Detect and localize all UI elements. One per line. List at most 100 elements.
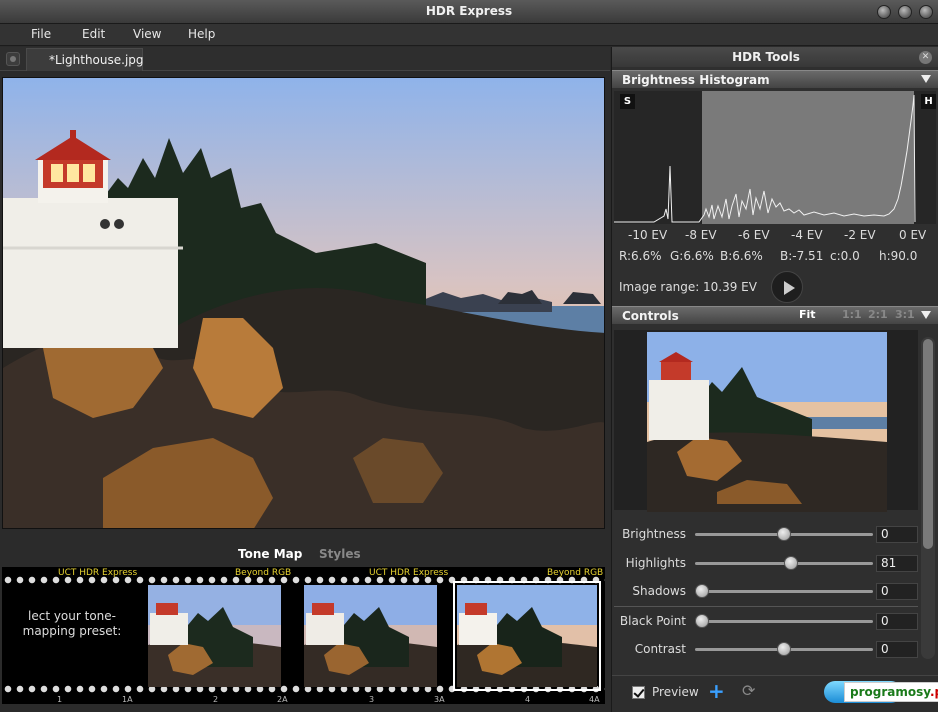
zoom-fit[interactable]: Fit xyxy=(799,308,816,321)
main-image-view[interactable] xyxy=(2,77,605,529)
preset-filmstrip: UCT HDR Express Beyond RGB UCT HDR Expre… xyxy=(2,567,605,704)
tab-close-icon[interactable] xyxy=(6,52,20,66)
preset-instruction: lect your tone-mapping preset: xyxy=(22,609,122,638)
slider-track[interactable] xyxy=(695,584,873,598)
thumbnail-image xyxy=(304,585,437,687)
shadow-clip-button[interactable]: S xyxy=(620,94,635,109)
maximize-button[interactable] xyxy=(898,5,912,19)
frame-number: 3 xyxy=(369,695,375,704)
slider-label: Highlights xyxy=(625,556,686,570)
slider-track[interactable] xyxy=(695,556,873,570)
zoom-2-1[interactable]: 2:1 xyxy=(868,308,888,321)
play-button[interactable] xyxy=(771,271,803,303)
frame-number: 4 xyxy=(525,695,531,704)
menu-help[interactable]: Help xyxy=(188,27,215,41)
preview-image[interactable] xyxy=(647,332,887,512)
film-label: UCT HDR Express xyxy=(369,568,449,578)
collapse-icon[interactable] xyxy=(921,311,931,319)
window-title: HDR Express xyxy=(425,4,513,18)
document-tabs: *Lighthouse.jpg xyxy=(0,47,610,71)
menu-edit[interactable]: Edit xyxy=(82,27,105,41)
preset-thumbnail[interactable] xyxy=(304,585,437,687)
slider-label: Brightness xyxy=(622,527,686,541)
controls-title: Controls xyxy=(622,309,679,323)
brightness-histogram: S H xyxy=(614,91,936,224)
watermark-tld: .pl xyxy=(929,685,938,699)
slider-value-field[interactable]: 0 xyxy=(876,526,918,543)
frame-number: 1A xyxy=(122,695,133,704)
thumbnail-image xyxy=(457,585,597,687)
readout-blue: B:6.6% xyxy=(720,249,763,263)
watermark-logo: programosy.pl xyxy=(844,682,938,702)
slider-knob[interactable] xyxy=(777,527,791,541)
tab-lighthouse[interactable]: *Lighthouse.jpg xyxy=(26,48,144,71)
hdr-tools-panel: HDR Tools ✕ Brightness Histogram S H -10… xyxy=(611,47,938,712)
film-label: Beyond RGB xyxy=(547,568,604,578)
menu-file[interactable]: File xyxy=(31,27,51,41)
panel-close-icon[interactable]: ✕ xyxy=(919,51,932,64)
controls-divider xyxy=(614,606,918,607)
highlight-clip-button[interactable]: H xyxy=(921,94,936,109)
frame-number: 1 xyxy=(57,695,63,704)
add-icon[interactable]: + xyxy=(708,679,725,703)
tab-tone-map[interactable]: Tone Map xyxy=(238,547,302,561)
ev-label: -6 EV xyxy=(738,228,770,242)
ev-label: -4 EV xyxy=(791,228,823,242)
image-range-value: 10.39 EV xyxy=(703,280,757,294)
preview-photo xyxy=(647,332,887,512)
tab-styles[interactable]: Styles xyxy=(319,547,361,561)
frame-number: 4A xyxy=(589,695,600,704)
slider-value-field[interactable]: 0 xyxy=(876,641,918,658)
slider-label: Black Point xyxy=(619,614,686,628)
zoom-3-1[interactable]: 3:1 xyxy=(895,308,915,321)
preset-thumbnail-selected[interactable] xyxy=(453,581,601,691)
ev-label: -8 EV xyxy=(685,228,717,242)
readout-h: h:90.0 xyxy=(879,249,918,263)
film-label: Beyond RGB xyxy=(235,568,292,578)
readout-brightness: B:-7.51 xyxy=(780,249,824,263)
ev-label: 0 EV xyxy=(899,228,927,242)
slider-track[interactable] xyxy=(695,527,873,541)
preview-checkbox[interactable] xyxy=(632,686,645,699)
title-bar: HDR Express xyxy=(0,0,938,24)
panel-footer: Preview + ⟳ programosy.pl xyxy=(612,675,938,712)
slider-track[interactable] xyxy=(695,614,873,628)
ev-label: -10 EV xyxy=(628,228,668,242)
slider-label: Shadows xyxy=(632,584,686,598)
readout-red: R:6.6% xyxy=(619,249,662,263)
minimize-button[interactable] xyxy=(877,5,891,19)
scrollbar-thumb[interactable] xyxy=(923,339,933,549)
slider-value-field[interactable]: 81 xyxy=(876,555,918,572)
slider-knob[interactable] xyxy=(695,614,709,628)
slider-label: Contrast xyxy=(634,642,686,656)
slider-value-field[interactable]: 0 xyxy=(876,583,918,600)
slider-value-field[interactable]: 0 xyxy=(876,613,918,630)
tone-style-tabs: Tone Map Styles xyxy=(0,541,610,567)
controls-scrollbar[interactable] xyxy=(921,337,935,659)
refresh-icon[interactable]: ⟳ xyxy=(742,681,755,700)
menu-bar: File Edit View Help xyxy=(0,24,938,46)
histogram-title: Brightness Histogram xyxy=(622,73,770,87)
preset-thumbnail[interactable] xyxy=(148,585,281,687)
frame-number: 2 xyxy=(213,695,219,704)
slider-knob[interactable] xyxy=(695,584,709,598)
histogram-graph xyxy=(614,91,936,224)
frame-number: 3A xyxy=(434,695,445,704)
close-button[interactable] xyxy=(919,5,933,19)
panel-title: HDR Tools xyxy=(732,50,800,64)
slider-knob[interactable] xyxy=(783,556,798,570)
zoom-1-1[interactable]: 1:1 xyxy=(842,308,862,321)
slider-knob[interactable] xyxy=(777,642,791,656)
app-window: HDR Express File Edit View Help *Lightho… xyxy=(0,0,938,712)
menu-view[interactable]: View xyxy=(133,27,161,41)
ev-label: -2 EV xyxy=(844,228,876,242)
histogram-header[interactable]: Brightness Histogram xyxy=(612,70,938,88)
tab-label: *Lighthouse.jpg xyxy=(49,53,144,67)
collapse-icon[interactable] xyxy=(921,75,931,83)
preview-label: Preview xyxy=(652,685,699,699)
slider-track[interactable] xyxy=(695,642,873,656)
readout-c: c:0.0 xyxy=(830,249,860,263)
readout-green: G:6.6% xyxy=(670,249,714,263)
controls-header[interactable]: Controls Fit 1:1 2:1 3:1 xyxy=(612,306,938,324)
lighthouse-photo xyxy=(3,78,604,528)
